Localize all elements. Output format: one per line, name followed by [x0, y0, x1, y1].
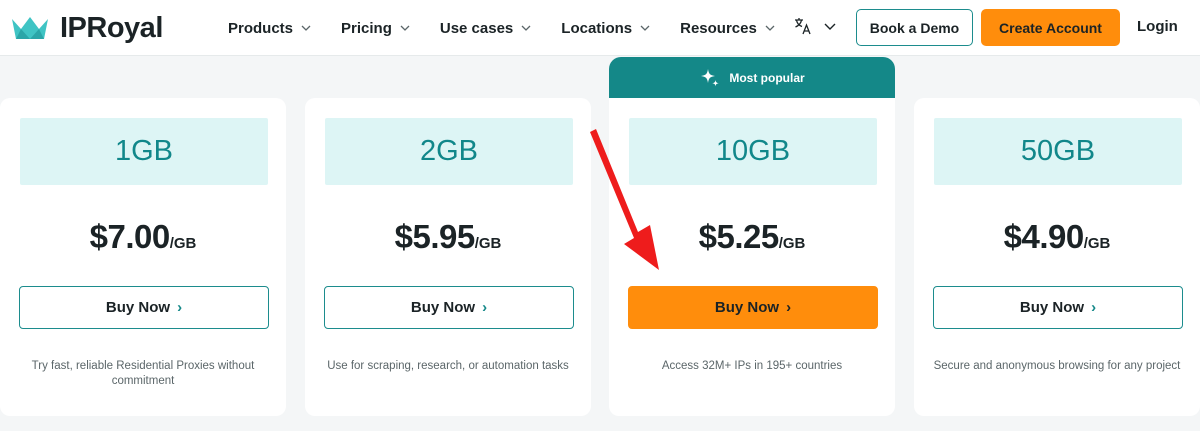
price-unit: /GB	[778, 235, 806, 252]
plan-price: $7.00/GB	[0, 218, 286, 256]
price-amount: $5.95	[394, 218, 476, 255]
buy-label: Buy Now	[410, 299, 476, 316]
language-selector[interactable]	[794, 17, 836, 35]
plan-size: 2GB	[325, 118, 573, 185]
create-account-button[interactable]: Create Account	[981, 9, 1120, 46]
price-amount: $5.25	[698, 218, 780, 255]
nav-pricing[interactable]: Pricing	[341, 20, 410, 37]
price-unit: /GB	[474, 235, 502, 252]
buy-label: Buy Now	[105, 299, 171, 316]
chevron-down-icon	[301, 25, 311, 31]
sparkle-icon	[701, 69, 720, 87]
nav-label: Use cases	[439, 19, 514, 37]
chevron-right-icon: ›	[177, 299, 183, 316]
price-amount: $4.90	[1003, 218, 1085, 255]
plan-description: Use for scraping, research, or automatio…	[327, 360, 569, 372]
chevron-down-icon	[824, 23, 836, 30]
price-amount: $7.00	[89, 218, 171, 255]
price-unit: /GB	[1083, 235, 1111, 252]
translate-icon	[795, 18, 811, 35]
plan-price: $4.90/GB	[914, 218, 1200, 256]
plan-description: Secure and anonymous browsing for any pr…	[933, 360, 1181, 372]
nav-locations[interactable]: Locations	[561, 20, 650, 37]
price-unit: /GB	[169, 235, 197, 252]
badge-label: Most popular	[729, 71, 805, 85]
buy-now-button[interactable]: Buy Now ›	[19, 286, 269, 329]
logo[interactable]: IPRoyal	[10, 12, 163, 44]
nav-label: Pricing	[341, 19, 392, 37]
logo-text: IPRoyal	[60, 11, 163, 44]
main-nav: Products Pricing Use cases Locations Res…	[228, 0, 805, 56]
chevron-right-icon: ›	[1091, 299, 1097, 316]
buy-now-button[interactable]: Buy Now ›	[933, 286, 1183, 329]
nav-products[interactable]: Products	[228, 20, 311, 37]
chevron-down-icon	[765, 25, 775, 31]
plan-size: 1GB	[20, 118, 268, 185]
red-arrow-icon	[590, 129, 659, 270]
nav-label: Resources	[680, 19, 757, 37]
nav-label: Locations	[561, 19, 633, 37]
buy-now-button[interactable]: Buy Now ›	[324, 286, 574, 329]
nav-label: Products	[228, 19, 294, 37]
plan-card-1gb: 1GB $7.00/GB Buy Now › Try fast, reliabl…	[0, 98, 286, 416]
nav-use-cases[interactable]: Use cases	[440, 20, 531, 37]
plan-price: $5.95/GB	[305, 218, 591, 256]
chevron-down-icon	[640, 25, 650, 31]
plan-card-2gb: 2GB $5.95/GB Buy Now › Use for scraping,…	[305, 98, 591, 416]
chevron-down-icon	[400, 25, 410, 31]
plan-description: Access 32M+ IPs in 195+ countries	[661, 360, 843, 372]
login-link[interactable]: Login	[1137, 18, 1178, 35]
chevron-right-icon: ›	[786, 299, 792, 316]
most-popular-badge: Most popular	[609, 57, 895, 99]
plan-description: Try fast, reliable Residential Proxies w…	[31, 360, 255, 387]
chevron-down-icon	[521, 25, 531, 31]
chevron-right-icon: ›	[482, 299, 488, 316]
crown-icon	[12, 17, 48, 39]
plan-size: 50GB	[934, 118, 1182, 185]
buy-label: Buy Now	[1019, 299, 1085, 316]
site-header: IPRoyal Products Pricing Use cases Locat…	[0, 0, 1200, 56]
book-demo-button[interactable]: Book a Demo	[856, 9, 973, 46]
nav-resources[interactable]: Resources	[680, 20, 775, 37]
buy-now-button[interactable]: Buy Now ›	[628, 286, 878, 329]
buy-label: Buy Now	[714, 299, 780, 316]
plan-card-50gb: 50GB $4.90/GB Buy Now › Secure and anony…	[914, 98, 1200, 416]
